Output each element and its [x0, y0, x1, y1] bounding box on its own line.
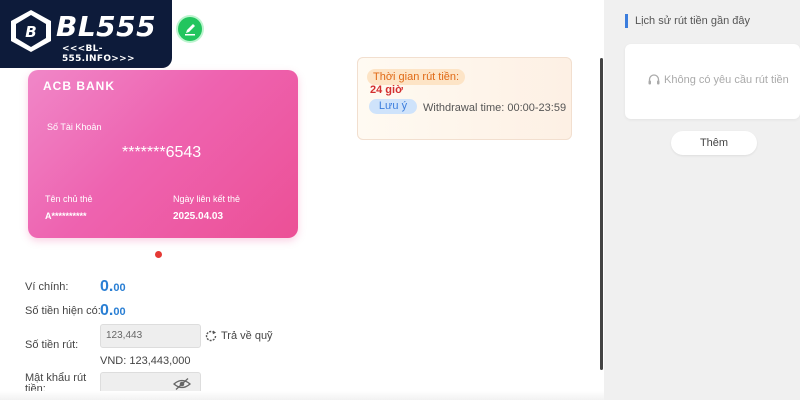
main-wallet-amount: 0.00 [100, 278, 126, 296]
main-wallet-label: Ví chính: [25, 281, 69, 293]
account-number: *******6543 [122, 144, 202, 161]
refresh-icon [205, 330, 217, 342]
history-empty-state: Không có yêu cầu rút tiền [647, 73, 789, 87]
logo-subtitle: <<<BL-555.INFO>>> [62, 44, 135, 64]
vnd-converted-amount: VND: 123,443,000 [100, 355, 191, 367]
card-holder-value: A********** [45, 211, 87, 221]
history-empty-text: Không có yêu cầu rút tiền [664, 73, 789, 86]
card-holder-label: Tên chủ thẻ [45, 194, 93, 204]
more-button[interactable]: Thêm [671, 131, 757, 155]
main-wallet-amount-int: 0. [100, 278, 114, 295]
available-amount-dec: 00 [113, 306, 126, 318]
available-amount-int: 0. [100, 302, 114, 319]
withdraw-time-label: Thời gian rút tiền: [367, 69, 466, 85]
withdraw-notice: Thời gian rút tiền: 24 giờ Withdrawal ti… [357, 57, 572, 140]
link-date-value: 2025.04.03 [173, 211, 224, 222]
site-logo[interactable]: B BL555 <<<BL-555.INFO>>> [0, 0, 172, 68]
available-balance-label: Số tiền hiện có: [25, 305, 101, 317]
note-tag: Lưu ý [369, 99, 417, 114]
account-number-label: Số Tài Khoản [47, 122, 102, 132]
carousel-dot[interactable] [155, 251, 162, 258]
bottom-edge [0, 391, 604, 400]
pencil-icon [185, 24, 195, 36]
bank-name: ACB BANK [43, 79, 115, 93]
history-panel: Lịch sử rút tiền gần đây Không có yêu cầ… [604, 0, 800, 400]
history-title: Lịch sử rút tiền gần đây [625, 14, 750, 28]
withdraw-time-value: 24 giờ [370, 84, 403, 96]
scrollbar[interactable] [600, 58, 603, 370]
history-list: Không có yêu cầu rút tiền [625, 44, 800, 119]
logo-mark-icon: B [11, 10, 51, 52]
return-to-fund-button[interactable]: Trả về quỹ [204, 329, 273, 343]
svg-text:B: B [25, 23, 36, 41]
return-to-fund-label: Trả về quỹ [221, 329, 273, 342]
headset-icon [648, 74, 660, 85]
bank-card[interactable]: ACB BANK Số Tài Khoản *******6543 Tên ch… [28, 70, 298, 238]
edit-card-button[interactable] [178, 17, 202, 41]
logo-text: BL555 [56, 10, 157, 43]
eye-icon [173, 378, 191, 390]
link-date-label: Ngày liên kết thẻ [173, 194, 241, 204]
withdraw-amount-label: Số tiền rút: [25, 339, 79, 351]
available-balance-amount: 0.00 [100, 302, 126, 320]
main-wallet-amount-dec: 00 [113, 282, 126, 294]
withdraw-amount-input[interactable]: 123,443 [100, 324, 201, 348]
